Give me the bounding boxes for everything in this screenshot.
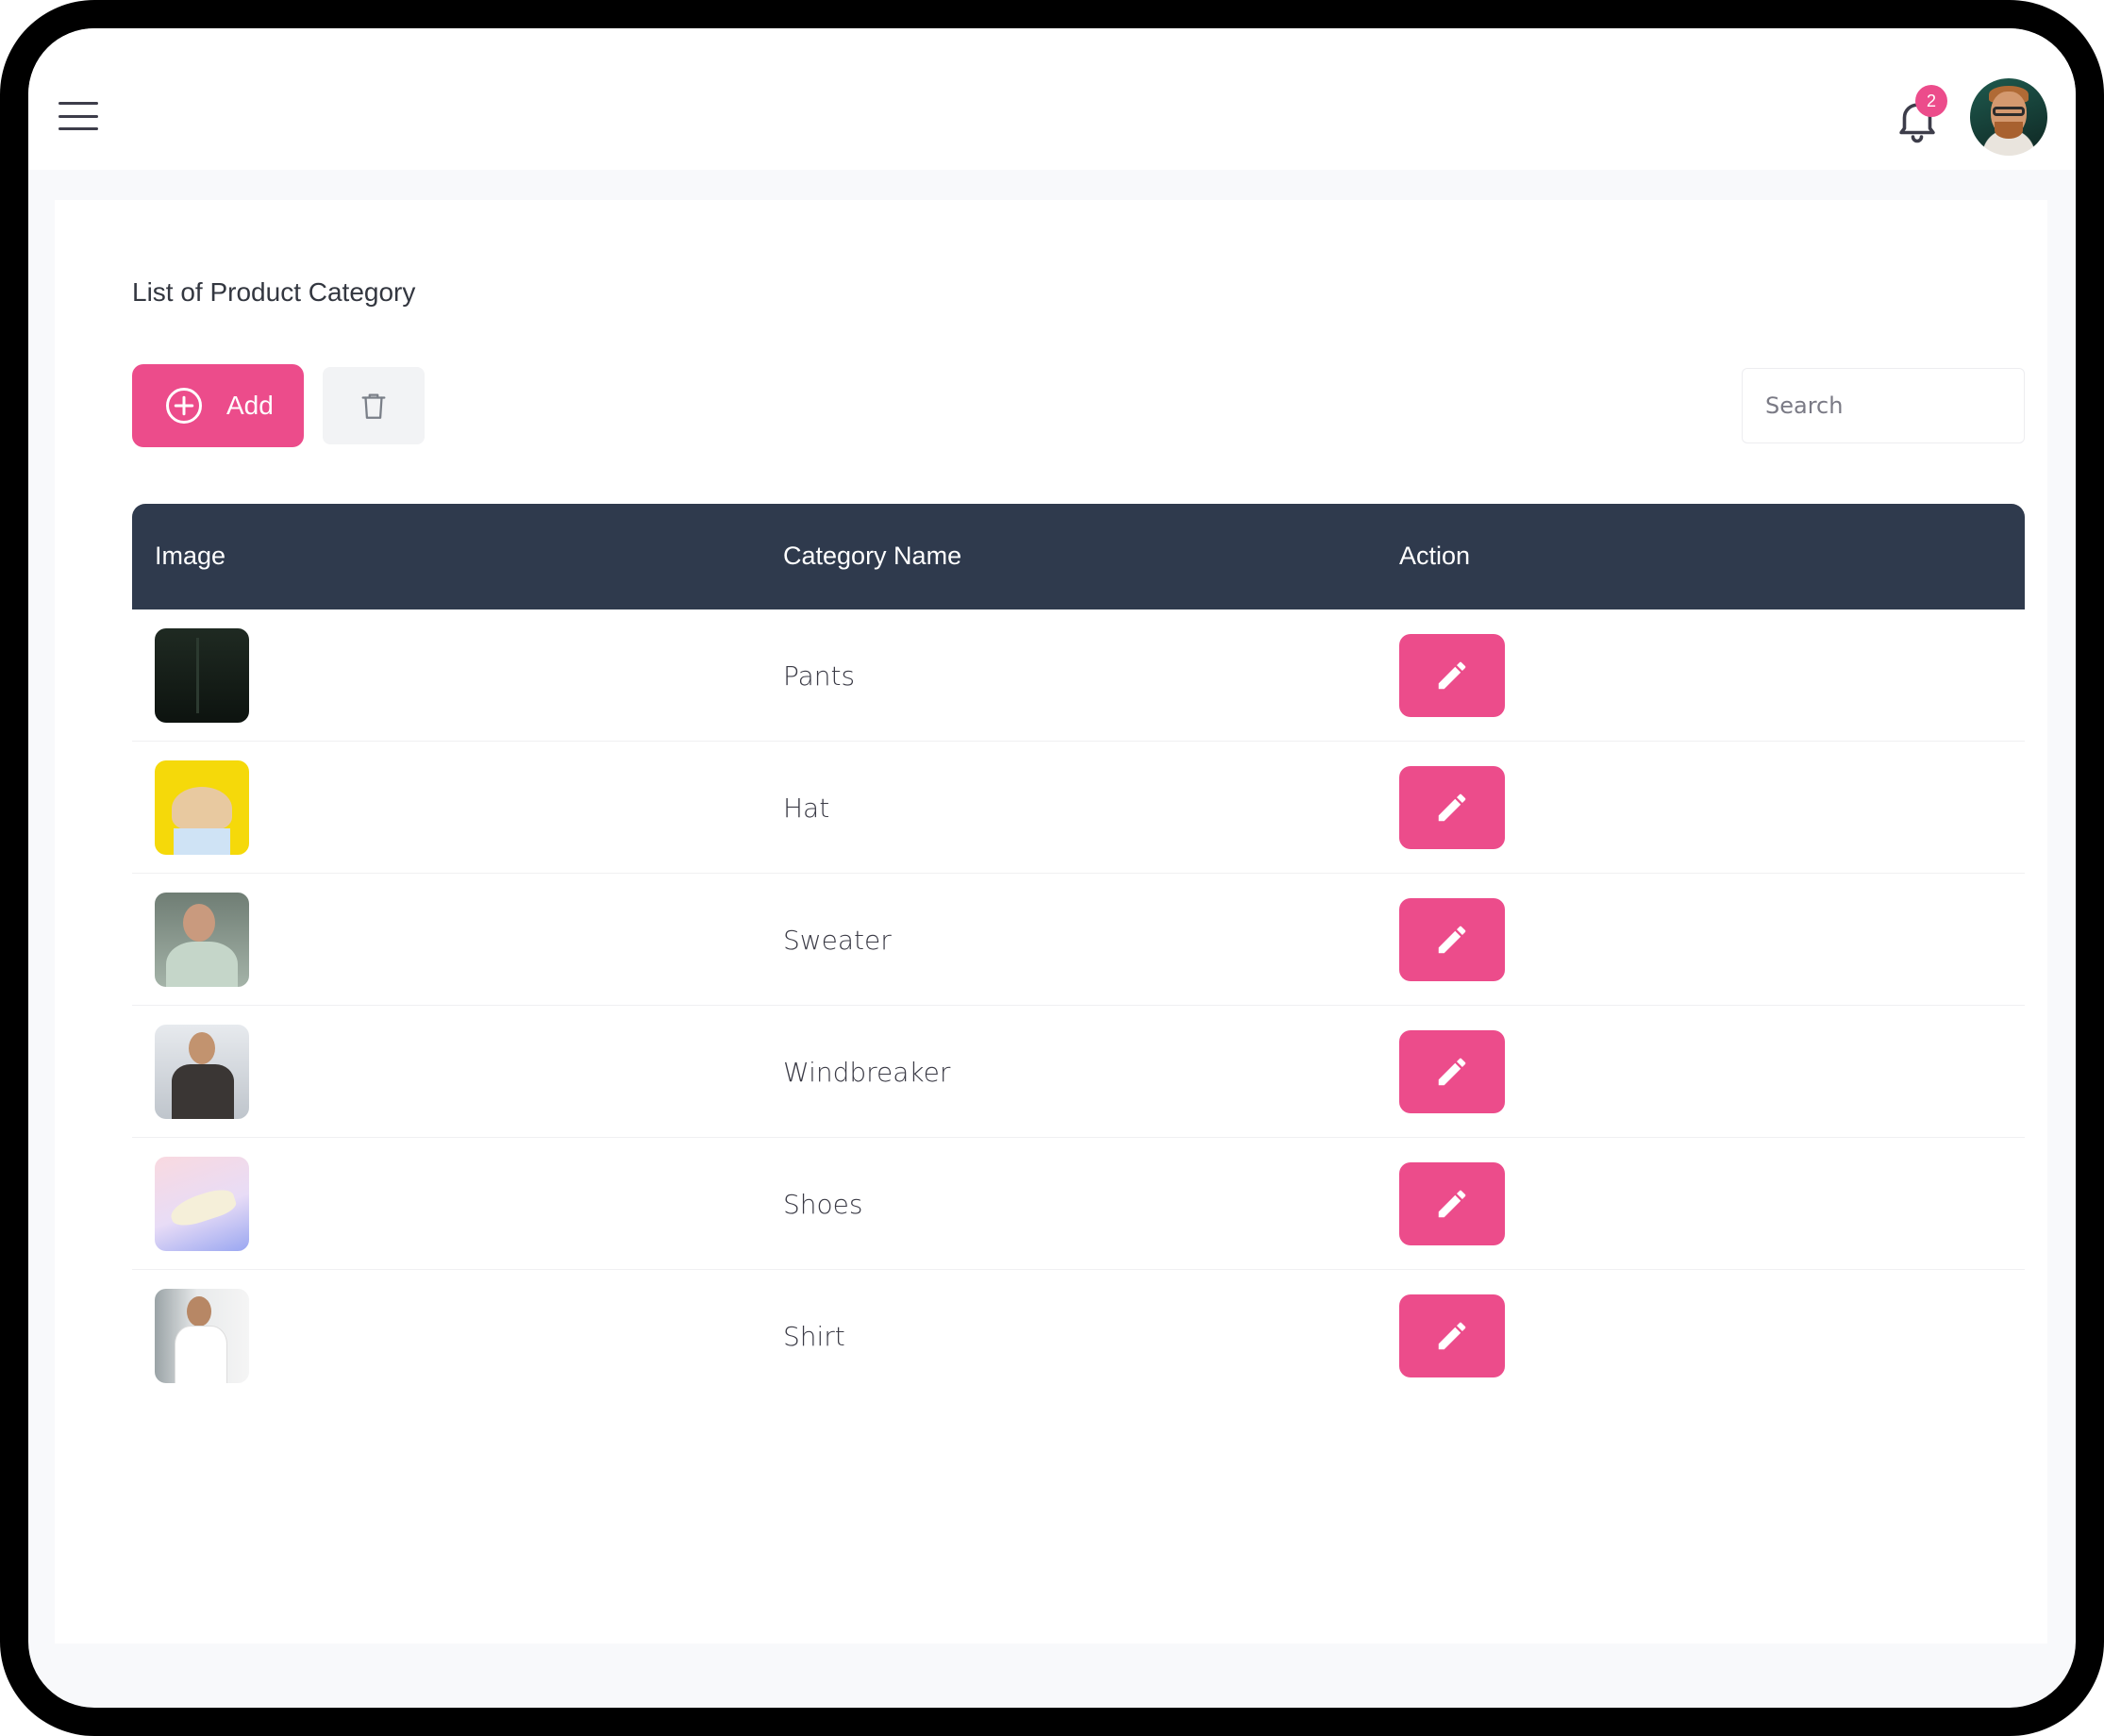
category-table: Image Category Name Action Pants Hat Swe… — [132, 504, 2025, 1402]
category-name: Pants — [783, 660, 856, 692]
column-header-image: Image — [155, 542, 226, 570]
table-row: Shoes — [132, 1138, 2025, 1270]
windbreaker-thumbnail — [155, 1025, 249, 1119]
pencil-icon — [1438, 661, 1466, 690]
table-row: Hat — [132, 742, 2025, 874]
category-name: Shoes — [783, 1189, 863, 1220]
pencil-icon — [1438, 1322, 1466, 1350]
hamburger-menu-icon[interactable] — [58, 102, 98, 130]
category-name: Hat — [783, 793, 830, 824]
hat-thumbnail — [155, 760, 249, 855]
edit-button[interactable] — [1399, 1030, 1505, 1113]
column-header-category-name: Category Name — [783, 542, 962, 570]
category-name: Sweater — [783, 925, 892, 956]
table-header: Image Category Name Action — [132, 504, 2025, 609]
add-button-label: Add — [226, 391, 274, 420]
pencil-icon — [1438, 926, 1466, 954]
sweater-thumbnail — [155, 893, 249, 987]
page-title: List of Product Category — [132, 277, 416, 307]
notification-badge: 2 — [1915, 85, 1947, 117]
shoes-thumbnail — [155, 1157, 249, 1251]
pencil-icon — [1438, 1190, 1466, 1218]
category-name: Windbreaker — [783, 1057, 951, 1088]
table-row: Pants — [132, 609, 2025, 742]
app-screen: 2 List of Product Category Add Search Im… — [28, 28, 2076, 1708]
edit-button[interactable] — [1399, 898, 1505, 981]
plus-circle-icon — [166, 388, 202, 424]
add-category-button[interactable]: Add — [132, 364, 304, 447]
pencil-icon — [1438, 793, 1466, 822]
category-name: Shirt — [783, 1321, 845, 1352]
column-header-action: Action — [1399, 542, 1471, 570]
shirt-thumbnail — [155, 1289, 249, 1383]
search-input[interactable] — [1742, 368, 2025, 443]
user-avatar[interactable] — [1970, 78, 2047, 156]
trash-icon — [361, 393, 386, 419]
pencil-icon — [1438, 1058, 1466, 1086]
top-navbar: 2 — [28, 28, 2076, 170]
table-row: Sweater — [132, 874, 2025, 1006]
edit-button[interactable] — [1399, 1162, 1505, 1245]
edit-button[interactable] — [1399, 1294, 1505, 1377]
content-card: List of Product Category Add Image — [55, 200, 2047, 1644]
table-row: Shirt — [132, 1270, 2025, 1402]
delete-button[interactable] — [323, 367, 425, 444]
edit-button[interactable] — [1399, 766, 1505, 849]
device-frame: 2 List of Product Category Add Search Im… — [0, 0, 2104, 1736]
table-row: Windbreaker — [132, 1006, 2025, 1138]
pants-thumbnail — [155, 628, 249, 723]
edit-button[interactable] — [1399, 634, 1505, 717]
